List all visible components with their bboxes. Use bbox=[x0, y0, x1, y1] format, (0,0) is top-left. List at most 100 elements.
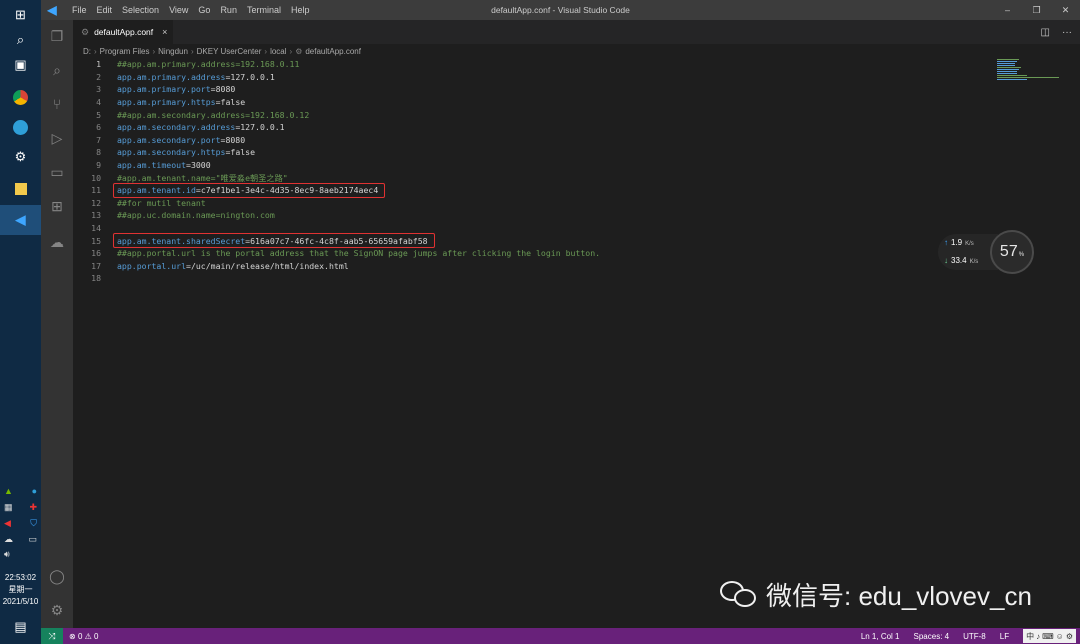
extensions-icon[interactable]: ⊞ bbox=[41, 190, 73, 222]
ime-toolbar[interactable]: 中 ♪ ⌨ ☺ ⚙ bbox=[1023, 629, 1076, 643]
code-line[interactable]: 17 app.portal.url=/uc/main/release/html/i… bbox=[73, 260, 349, 273]
line-text: ##app.am.primary.address=192.168.0.11 bbox=[117, 59, 299, 69]
minimap-line bbox=[997, 71, 1017, 72]
code-line[interactable]: 6 app.am.secondary.address=127.0.0.1 bbox=[73, 121, 285, 134]
code-line[interactable]: 12 ##for mutil tenant bbox=[73, 197, 206, 210]
clock-weekday[interactable]: 星期一 bbox=[0, 584, 41, 595]
code-line[interactable]: 10 #app.am.tenant.name="唯爱淼e朝圣之路" bbox=[73, 171, 288, 184]
emoji-icon[interactable]: ☺ bbox=[1056, 632, 1064, 641]
code-line[interactable]: 16 ##app.portal.url is the portal address… bbox=[73, 247, 600, 260]
close-window-button[interactable]: ✕ bbox=[1051, 0, 1080, 20]
breadcrumb-item[interactable]: D: bbox=[83, 47, 91, 56]
red-app-icon[interactable]: ◀ bbox=[4, 518, 11, 529]
nvidia-icon[interactable]: ▲ bbox=[4, 486, 13, 496]
docker-tray-icon[interactable]: ☁ bbox=[4, 534, 13, 545]
property-key: app.am.timeout bbox=[117, 160, 187, 171]
network-icon[interactable]: ▭ bbox=[28, 534, 37, 545]
edge-icon[interactable] bbox=[0, 112, 41, 142]
code-line[interactable]: 11 app.am.tenant.id=c7ef1be1-3e4c-4d35-8e… bbox=[73, 184, 378, 197]
line-ending[interactable]: LF bbox=[1000, 632, 1009, 641]
breadcrumb-item[interactable]: local bbox=[270, 47, 286, 56]
file-explorer-icon[interactable] bbox=[0, 174, 41, 204]
app-tray-icon[interactable]: ▦ bbox=[4, 502, 13, 513]
shield-tray-icon[interactable]: ✚ bbox=[29, 502, 37, 513]
code-line[interactable]: 8 app.am.secondary.https=false bbox=[73, 146, 255, 159]
task-view-icon[interactable]: ▣ bbox=[0, 50, 41, 80]
code-line[interactable]: 4 app.am.primary.https=false bbox=[73, 96, 245, 109]
menu-edit[interactable]: Edit bbox=[92, 0, 118, 20]
code-line[interactable]: 2 app.am.primary.address=127.0.0.1 bbox=[73, 71, 275, 84]
run-debug-icon[interactable]: ▷ bbox=[41, 122, 73, 154]
tab-close-icon[interactable]: × bbox=[162, 27, 167, 37]
tab-defaultapp-conf[interactable]: ⚙ defaultApp.conf × bbox=[73, 20, 173, 44]
remote-explorer-icon[interactable]: ▭ bbox=[41, 156, 73, 188]
restore-button[interactable]: ❐ bbox=[1022, 0, 1051, 20]
breadcrumb-item[interactable]: defaultApp.conf bbox=[305, 47, 361, 56]
minimap-line bbox=[997, 63, 1015, 64]
minimize-button[interactable]: – bbox=[993, 0, 1022, 20]
breadcrumb-item[interactable]: Program Files bbox=[100, 47, 150, 56]
menu-terminal[interactable]: Terminal bbox=[242, 0, 286, 20]
download-unit: K/s bbox=[969, 259, 979, 265]
code-line[interactable]: 13 ##app.uc.domain.name=nington.com bbox=[73, 209, 275, 222]
upload-value: 1.9 bbox=[951, 238, 963, 247]
code-line[interactable]: 1 ##app.am.primary.address=192.168.0.11 bbox=[73, 58, 299, 71]
menu-view[interactable]: View bbox=[164, 0, 193, 20]
clock-time[interactable]: 22:53:02 bbox=[0, 572, 41, 583]
more-actions-icon[interactable]: ··· bbox=[1062, 27, 1072, 38]
settings-icon[interactable]: ⚙ bbox=[0, 142, 41, 172]
vscode-logo-icon: ◀ bbox=[47, 3, 57, 17]
menu-go[interactable]: Go bbox=[193, 0, 215, 20]
breadcrumb-item[interactable]: DKEY UserCenter bbox=[197, 47, 262, 56]
line-number: 10 bbox=[91, 172, 101, 183]
encoding[interactable]: UTF-8 bbox=[963, 632, 986, 641]
search-view-icon[interactable]: ⌕ bbox=[41, 54, 73, 86]
code-editor[interactable]: 1 ##app.am.primary.address=192.168.0.11 2 a… bbox=[73, 58, 993, 618]
minimap[interactable] bbox=[993, 58, 1065, 88]
problems-indicator[interactable]: ⊗ 0 ⚠ 0 bbox=[69, 632, 98, 641]
line-number: 6 bbox=[96, 122, 101, 133]
indentation[interactable]: Spaces: 4 bbox=[914, 632, 950, 641]
tray-row-3: ◀ ⛉ bbox=[4, 518, 37, 529]
docker-icon[interactable]: ☁ bbox=[41, 226, 73, 258]
split-editor-icon[interactable]: ◫ bbox=[1041, 27, 1050, 38]
line-number: 9 bbox=[96, 160, 101, 171]
chrome-icon[interactable] bbox=[0, 82, 41, 112]
code-line[interactable]: 18 bbox=[73, 272, 101, 285]
manage-gear-icon[interactable]: ⚙ bbox=[41, 594, 73, 626]
error-count: 0 bbox=[77, 631, 83, 641]
volume-icon[interactable]: 🔊︎ bbox=[4, 549, 10, 560]
breadcrumb-item[interactable]: Ningdun bbox=[158, 47, 188, 56]
security-icon[interactable]: ⛉ bbox=[30, 518, 37, 529]
ime-mode[interactable]: 中 bbox=[1026, 631, 1034, 642]
menu-help[interactable]: Help bbox=[286, 0, 315, 20]
remote-indicator-icon[interactable]: ⤨ bbox=[41, 628, 63, 644]
explorer-icon[interactable]: ❐ bbox=[41, 20, 73, 52]
code-line[interactable]: 5 ##app.am.secondary.address=192.168.0.12 bbox=[73, 108, 309, 121]
property-key: app.am.primary.address bbox=[117, 71, 226, 82]
clock-date[interactable]: 2021/5/10 bbox=[0, 596, 41, 607]
ime-settings-icon[interactable]: ⚙ bbox=[1066, 632, 1073, 641]
notification-icon[interactable]: ▤ bbox=[0, 612, 41, 642]
menu-selection[interactable]: Selection bbox=[117, 0, 164, 20]
accounts-icon[interactable]: ◯ bbox=[41, 560, 73, 592]
menu-run[interactable]: Run bbox=[215, 0, 242, 20]
code-line[interactable]: 7 app.am.secondary.port=8080 bbox=[73, 134, 245, 147]
code-line[interactable]: 15 app.am.tenant.sharedSecret=616a07c7-46… bbox=[73, 234, 427, 247]
window-controls: – ❐ ✕ bbox=[993, 0, 1080, 20]
code-line[interactable]: 3 app.am.primary.port=8080 bbox=[73, 83, 235, 96]
code-line[interactable]: 14 bbox=[73, 222, 101, 235]
menu-file[interactable]: File bbox=[67, 0, 92, 20]
windows-taskbar: ⊞ ⌕ ▣ ⚙ ◀ ▲ ● ▦ ✚ ◀ ⛉ ☁ ▭ 🔊︎ 22:53:02 星期一 20… bbox=[0, 0, 41, 644]
line-number: 16 bbox=[91, 248, 101, 259]
keyboard-icon[interactable]: ⌨ bbox=[1042, 632, 1054, 641]
edge-tray-icon[interactable]: ● bbox=[32, 486, 37, 496]
source-control-icon[interactable]: ⑂ bbox=[41, 88, 73, 120]
vscode-taskbar-icon[interactable]: ◀ bbox=[0, 205, 41, 235]
code-line[interactable]: 9 app.am.timeout=3000 bbox=[73, 159, 211, 172]
cursor-position[interactable]: Ln 1, Col 1 bbox=[861, 632, 900, 641]
ime-icon[interactable]: ♪ bbox=[1036, 632, 1040, 641]
line-number: 12 bbox=[91, 197, 101, 208]
network-speed-widget[interactable]: ↑ 1.9 K/s ↓ 33.4 K/s 57% bbox=[938, 230, 1034, 274]
line-number: 8 bbox=[96, 147, 101, 158]
